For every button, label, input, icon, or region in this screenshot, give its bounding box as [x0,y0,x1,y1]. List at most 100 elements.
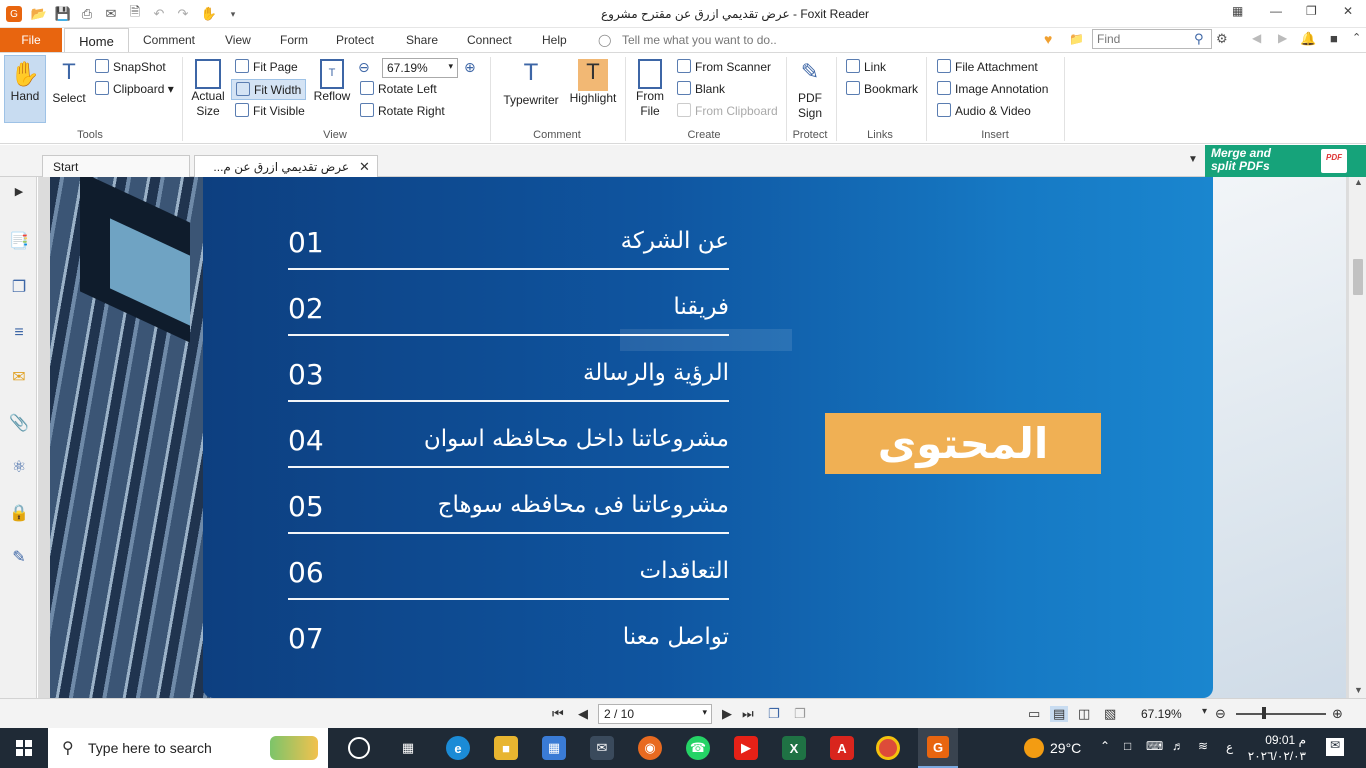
security-icon[interactable]: ⚛ [9,457,29,477]
fit-page-button[interactable]: Fit Page [235,59,298,74]
fit-width-button[interactable]: Fit Width [231,79,307,100]
start-button[interactable] [0,728,48,768]
back-arrow-icon[interactable]: ◀ [1252,31,1261,45]
zoom-out-icon[interactable]: ⊖ [358,59,370,76]
single-page-icon[interactable]: ▭ [1028,706,1040,722]
previous-page-icon[interactable]: ◀ [578,706,588,722]
highlight-button[interactable]: T Highlight [566,59,620,106]
tab-list-dropdown-icon[interactable]: ▼ [1188,154,1198,165]
next-page-icon[interactable]: ▶ [722,706,732,722]
bookmarks-icon[interactable]: 📑 [9,231,29,251]
collapse-ribbon-icon[interactable]: ⌃ [1352,31,1361,44]
select-button[interactable]: T Select [50,59,88,106]
typewriter-button[interactable]: T Typewriter [498,59,564,108]
tab-view[interactable]: View [225,33,251,47]
tab-help[interactable]: Help [542,33,567,47]
image-annotation-button[interactable]: Image Annotation [937,81,1048,96]
zoom-select[interactable]: 67.19% ▾ [382,58,458,78]
weather-sun-icon[interactable] [1024,738,1044,758]
reflow-button[interactable]: T Reflow [312,59,352,104]
cortana-icon[interactable] [348,737,370,759]
mail-icon[interactable]: ✉ [590,736,614,760]
previous-view-icon[interactable]: ❐ [768,706,780,722]
chrome-icon[interactable] [876,736,900,760]
rotate-right-button[interactable]: Rotate Right [360,103,445,118]
tab-home[interactable]: Home [64,28,129,53]
keyboard-icon[interactable]: ⌨ [1146,739,1163,753]
bookmark-button[interactable]: Bookmark [846,81,918,96]
zoom-slider-handle[interactable] [1262,707,1266,719]
from-file-button[interactable]: From File [630,59,670,119]
taskbar-search-box[interactable]: ⚲ Type here to search [48,728,328,768]
clock[interactable]: 09:01 م ٢٠٢٦/٠٢/٠٣ [1240,732,1306,764]
file-menu[interactable]: File [0,28,62,52]
foxit-taskbar-icon[interactable]: G [918,728,958,768]
tab-comment[interactable]: Comment [143,33,195,47]
restore-button[interactable]: ❐ [1306,4,1317,18]
folder-search-icon[interactable]: 📁 [1069,32,1084,46]
actual-size-button[interactable]: Actual Size [188,59,228,119]
pdf-sign-button[interactable]: ✎ PDF Sign [790,59,830,121]
input-language[interactable]: ع [1226,740,1233,754]
snapshot-button[interactable]: SnapShot [95,59,166,74]
from-clipboard-button[interactable]: From Clipboard [677,103,778,118]
forward-arrow-icon[interactable]: ▶ [1278,31,1287,45]
signature-icon[interactable]: ✎ [9,547,29,567]
edge-icon[interactable]: e [446,736,470,760]
wifi-icon[interactable]: ≋ [1198,739,1208,753]
hand-button[interactable]: ✋ Hand [4,55,46,123]
last-page-icon[interactable]: ⏭ [742,706,754,722]
scrollbar-thumb[interactable] [1353,259,1363,295]
heart-icon[interactable]: ♥ [1044,31,1052,47]
zoom-dropdown-icon[interactable]: ▾ [1202,706,1207,717]
next-view-icon[interactable]: ❐ [794,706,806,722]
bell-icon[interactable]: 🔔 [1300,31,1316,47]
excel-icon[interactable]: X [782,736,806,760]
file-attachment-button[interactable]: File Attachment [937,59,1038,74]
first-page-icon[interactable]: ⏮ [552,706,564,722]
clipboard-button[interactable]: Clipboard ▾ [95,81,174,96]
acrobat-icon[interactable]: A [830,736,854,760]
notifications-icon[interactable]: ✉ [1326,738,1344,756]
blank-button[interactable]: Blank [677,81,725,96]
attachments-icon[interactable]: 📎 [9,413,29,433]
youtube-icon[interactable]: ▶ [734,736,758,760]
scroll-down-icon[interactable]: ▼ [1354,685,1363,695]
from-scanner-button[interactable]: From Scanner [677,59,771,74]
task-view-icon[interactable]: ▦ [396,736,420,760]
merge-split-banner[interactable]: Merge and split PDFs PDF [1205,145,1366,177]
audio-video-button[interactable]: Audio & Video [937,103,1031,118]
expand-panel-icon[interactable]: ▶ [9,181,29,201]
page-number-input[interactable]: 2 / 10 ▾ [598,704,712,724]
tab-start[interactable]: Start [42,155,190,177]
tab-connect[interactable]: Connect [467,33,512,47]
zoom-in-icon[interactable]: ⊕ [464,59,476,76]
facing-pages-icon[interactable]: ◫ [1078,706,1090,722]
grid-icon[interactable]: ▦ [1232,4,1243,18]
settings-icon[interactable]: ⚙ [1216,31,1228,47]
weather-temperature[interactable]: 29°C [1050,740,1081,756]
tab-protect[interactable]: Protect [336,33,374,47]
volume-icon[interactable]: ♬ [1172,739,1184,753]
firefox-icon[interactable]: ◉ [638,736,662,760]
lock-icon[interactable]: 🔒 [9,503,29,523]
show-hidden-icons-icon[interactable]: ⌃ [1100,739,1110,753]
zoom-out-icon[interactable]: ⊖ [1215,706,1226,722]
minimize-button[interactable]: — [1270,4,1282,18]
tab-current-document[interactable]: عرض تقديمي ازرق عن م... [194,155,378,177]
store-icon[interactable]: ▦ [542,736,566,760]
tell-me-box[interactable]: Tell me what you want to do.. [622,33,777,47]
meet-now-icon[interactable]: □ [1124,739,1131,753]
document-viewport[interactable]: 01 عن الشركة 02 فريقنا 03 الرؤية والرسالة 04 مش… [38,177,1348,698]
pages-icon[interactable]: ❐ [9,277,29,297]
tab-form[interactable]: Form [280,33,308,47]
search-icon[interactable]: ⚲ [1194,31,1204,47]
comments-icon[interactable]: ✉ [9,367,29,387]
whatsapp-icon[interactable]: ☎ [686,736,710,760]
layers-icon[interactable]: ≡ [9,323,29,343]
continuous-facing-icon[interactable]: ▧ [1104,706,1116,722]
fit-visible-button[interactable]: Fit Visible [235,103,305,118]
zoom-slider[interactable] [1236,713,1326,715]
link-button[interactable]: Link [846,59,886,74]
continuous-page-icon[interactable]: ▤ [1050,706,1069,722]
